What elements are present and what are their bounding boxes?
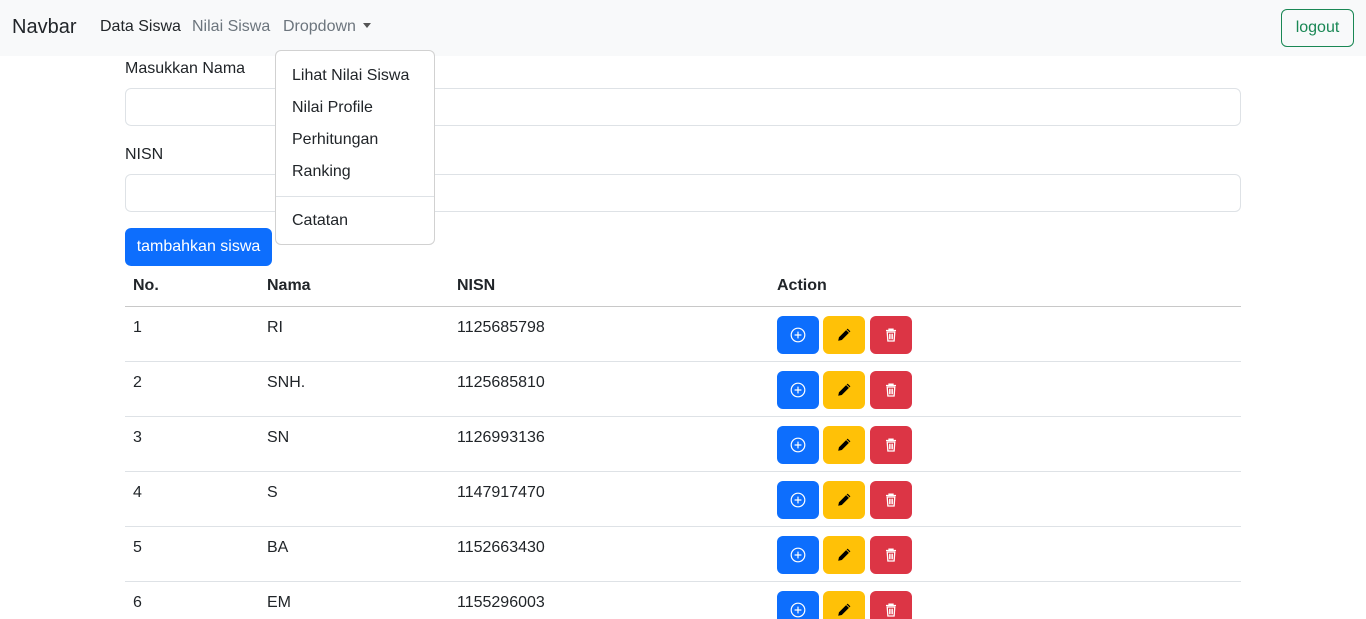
dropdown-menu: Lihat Nilai Siswa Nilai Profile Perhitun… [275, 50, 435, 245]
dropdown-item-nilai-profile[interactable]: Nilai Profile [292, 99, 373, 117]
edit-button[interactable] [823, 371, 865, 409]
nav-data-siswa[interactable]: Data Siswa [100, 18, 181, 36]
plus-circle-icon [790, 547, 806, 563]
trash-icon [883, 327, 899, 343]
cell-nisn: 1126993136 [457, 429, 545, 446]
delete-button[interactable] [870, 536, 912, 574]
dropdown-divider [276, 196, 434, 197]
dropdown-item-catatan[interactable]: Catatan [292, 212, 348, 230]
nav-dropdown-toggle[interactable]: Dropdown [283, 18, 371, 36]
dropdown-item-lihat-nilai-siswa[interactable]: Lihat Nilai Siswa [292, 67, 409, 85]
trash-icon [883, 382, 899, 398]
cell-nisn: 1125685810 [457, 374, 545, 391]
plus-circle-icon [790, 492, 806, 508]
trash-icon [883, 492, 899, 508]
nav-nilai-siswa[interactable]: Nilai Siswa [192, 18, 270, 36]
delete-button[interactable] [870, 591, 912, 619]
pencil-icon [836, 602, 852, 618]
pencil-icon [836, 437, 852, 453]
cell-no: 5 [133, 539, 142, 556]
nav-dropdown-label: Dropdown [283, 18, 356, 35]
pencil-icon [836, 492, 852, 508]
pencil-icon [836, 382, 852, 398]
add-nilai-button[interactable] [777, 536, 819, 574]
cell-nisn: 1125685798 [457, 319, 545, 336]
plus-circle-icon [790, 327, 806, 343]
cell-no: 2 [133, 374, 142, 391]
plus-circle-icon [790, 437, 806, 453]
trash-icon [883, 602, 899, 618]
pencil-icon [836, 327, 852, 343]
header-no: No. [133, 277, 159, 294]
cell-no: 6 [133, 594, 142, 611]
navbar: Navbar Data Siswa Nilai Siswa Dropdown l… [0, 0, 1366, 56]
add-nilai-button[interactable] [777, 481, 819, 519]
pencil-icon [836, 547, 852, 563]
plus-circle-icon [790, 602, 806, 618]
header-nisn: NISN [457, 277, 496, 294]
header-nama: Nama [267, 277, 311, 294]
nisn-label: NISN [125, 146, 164, 163]
table-row: 6 EM 1155296003 [125, 582, 1241, 619]
cell-nama: SNH. [267, 374, 306, 391]
delete-button[interactable] [870, 426, 912, 464]
cell-no: 1 [133, 319, 142, 336]
delete-button[interactable] [870, 481, 912, 519]
cell-nama: RI [267, 319, 283, 336]
cell-nama: SN [267, 429, 290, 446]
table-row: 3 SN 1126993136 [125, 417, 1241, 472]
cell-no: 3 [133, 429, 142, 446]
add-nilai-button[interactable] [777, 371, 819, 409]
add-nilai-button[interactable] [777, 316, 819, 354]
delete-button[interactable] [870, 316, 912, 354]
cell-nisn: 1152663430 [457, 539, 545, 556]
dropdown-item-perhitungan[interactable]: Perhitungan [292, 131, 378, 149]
edit-button[interactable] [823, 316, 865, 354]
navbar-brand[interactable]: Navbar [12, 16, 76, 39]
caret-down-icon [362, 23, 371, 28]
delete-button[interactable] [870, 371, 912, 409]
cell-nama: S [267, 484, 278, 501]
table-row: 5 BA 1152663430 [125, 527, 1241, 582]
table-row: 2 SNH. 1125685810 [125, 362, 1241, 417]
cell-nama: EM [267, 594, 291, 611]
cell-nisn: 1147917470 [457, 484, 545, 501]
add-nilai-button[interactable] [777, 426, 819, 464]
nama-label: Masukkan Nama [125, 60, 246, 77]
trash-icon [883, 437, 899, 453]
edit-button[interactable] [823, 591, 865, 619]
header-action: Action [777, 277, 827, 294]
cell-nisn: 1155296003 [457, 594, 545, 611]
trash-icon [883, 547, 899, 563]
logout-button[interactable]: logout [1281, 9, 1354, 47]
plus-circle-icon [790, 382, 806, 398]
table-row: 1 RI 1125685798 [125, 307, 1241, 362]
cell-no: 4 [133, 484, 142, 501]
add-nilai-button[interactable] [777, 591, 819, 619]
cell-nama: BA [267, 539, 289, 556]
table-row: 4 S 1147917470 [125, 472, 1241, 527]
edit-button[interactable] [823, 536, 865, 574]
tambahkan-siswa-button[interactable]: tambahkan siswa [125, 228, 272, 266]
edit-button[interactable] [823, 426, 865, 464]
dropdown-item-ranking[interactable]: Ranking [292, 163, 351, 181]
edit-button[interactable] [823, 481, 865, 519]
